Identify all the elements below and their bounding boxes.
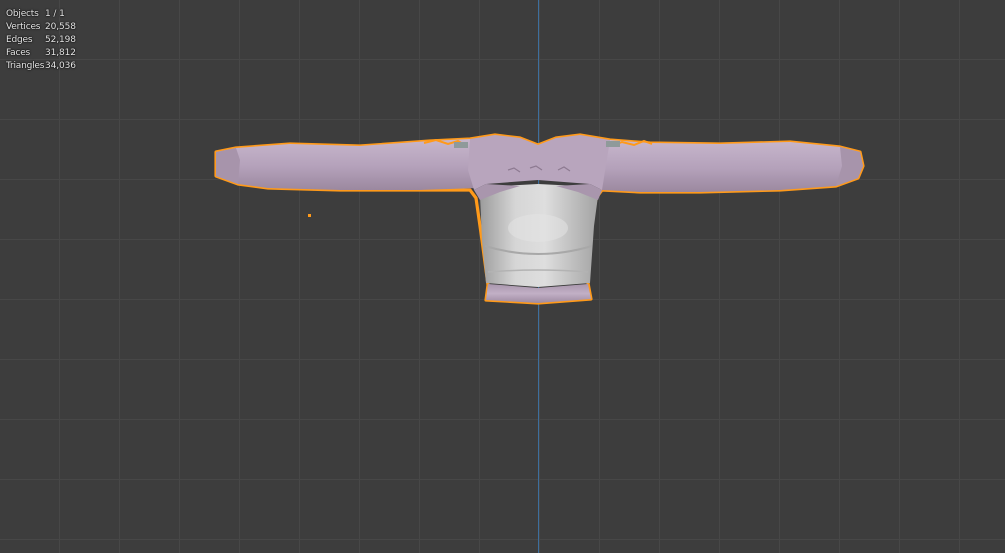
left-sleeve	[216, 139, 488, 190]
right-strap-clip	[606, 141, 620, 147]
garment-model[interactable]	[0, 0, 1005, 553]
right-sleeve	[590, 140, 863, 192]
3d-viewport[interactable]: Objects 1 / 1 Vertices 20,558 Edges 52,1…	[0, 0, 1005, 553]
left-strap-clip	[454, 142, 468, 148]
torso-highlight	[508, 214, 568, 242]
